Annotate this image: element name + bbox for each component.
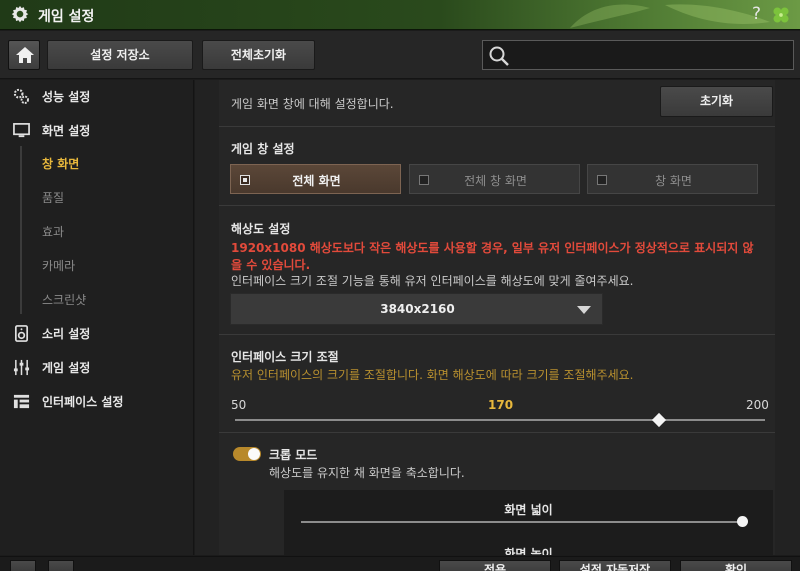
ui-scale-heading: 인터페이스 크기 조절 xyxy=(231,350,339,364)
help-icon[interactable]: ? xyxy=(752,4,761,24)
title-bar: 게임 설정 ? xyxy=(0,0,800,30)
screen-height-label: 화면 높이 xyxy=(504,547,553,555)
resolution-warning-line1: 1920x1080 해상도보다 작은 해상도를 사용할 경우, 일부 유저 인터… xyxy=(231,241,754,255)
option-fullscreen[interactable]: 전체 화면 xyxy=(230,164,401,194)
sidebar-item-label: 게임 설정 xyxy=(42,361,91,375)
divider xyxy=(219,126,775,127)
reset-button[interactable]: 초기화 xyxy=(660,86,773,117)
ui-scale-slider-track[interactable] xyxy=(235,419,765,421)
leaf-decoration xyxy=(665,4,770,25)
search-input[interactable] xyxy=(515,44,787,66)
screen-width-slider-track[interactable] xyxy=(301,521,743,523)
sidebar-subitem-label: 품질 xyxy=(42,191,65,205)
sidebar-subitem-label: 효과 xyxy=(42,225,65,239)
sidebar-subitem-effects[interactable]: 효과 xyxy=(0,217,194,245)
confirm-button[interactable]: 확인 xyxy=(680,560,792,571)
resolution-value: 3840x2160 xyxy=(380,302,455,316)
gears-icon xyxy=(13,88,29,104)
sidebar-subitem-camera[interactable]: 카메라 xyxy=(0,251,194,279)
crop-settings-box: 화면 넓이 화면 높이 xyxy=(284,490,773,555)
clover-icon[interactable] xyxy=(770,4,792,26)
sidebar-item-label: 성능 설정 xyxy=(42,90,91,104)
divider xyxy=(219,334,775,335)
sidebar-item-sound[interactable]: 소리 설정 xyxy=(0,319,194,347)
gear-icon xyxy=(11,5,29,23)
option-label: 창 화면 xyxy=(655,174,692,188)
ui-scale-min: 50 xyxy=(231,398,247,412)
reset-all-button[interactable]: 전체초기화 xyxy=(202,40,315,70)
sidebar-item-game[interactable]: 게임 설정 xyxy=(0,353,194,381)
resolution-info: 인터페이스 크기 조절 기능을 통해 유저 인터페이스를 해상도에 맞게 줄여주… xyxy=(231,274,634,288)
sidebar-item-label: 화면 설정 xyxy=(42,124,91,138)
divider xyxy=(219,205,775,206)
sidebar-item-display[interactable]: 화면 설정 xyxy=(0,116,194,144)
monitor-icon xyxy=(13,123,30,138)
toggle-knob xyxy=(248,448,260,460)
sidebar-subitem-label: 카메라 xyxy=(42,259,76,273)
apply-button[interactable]: 적용 xyxy=(439,560,551,571)
sidebar-item-interface[interactable]: 인터페이스 설정 xyxy=(0,387,194,415)
resolution-dropdown[interactable]: 3840x2160 xyxy=(230,293,603,325)
sidebar-subitem-screenshot[interactable]: 스크린샷 xyxy=(0,285,194,313)
option-windowed[interactable]: 창 화면 xyxy=(587,164,758,194)
divider xyxy=(219,432,775,433)
option-label: 전체 화면 xyxy=(292,174,341,188)
sort-descending-icon[interactable] xyxy=(48,560,74,571)
crop-mode-desc: 해상도를 유지한 채 화면을 축소합니다. xyxy=(269,466,465,480)
sidebar-subitem-label: 창 화면 xyxy=(42,157,80,171)
window-mode-heading: 게임 창 설정 xyxy=(231,142,295,156)
sliders-icon xyxy=(13,359,30,376)
screen-width-label: 화면 넓이 xyxy=(504,503,553,517)
auto-save-button[interactable]: 설정 자동저장 xyxy=(559,560,671,571)
sidebar-subitem-window-screen[interactable]: 창 화면 xyxy=(0,149,194,177)
sort-ascending-icon[interactable] xyxy=(10,560,36,571)
ui-scale-max: 200 xyxy=(746,398,769,412)
resolution-warning-line2: 을 수 있습니다. xyxy=(231,258,311,272)
speaker-icon xyxy=(14,325,29,342)
search-box[interactable] xyxy=(482,40,794,70)
resolution-heading: 해상도 설정 xyxy=(231,222,291,236)
window-title: 게임 설정 xyxy=(38,9,95,25)
home-button[interactable] xyxy=(8,40,40,70)
sidebar-item-label: 인터페이스 설정 xyxy=(42,395,124,409)
screen-width-slider-thumb[interactable] xyxy=(737,516,748,527)
layout-icon xyxy=(13,394,30,409)
intro-text: 게임 화면 창에 대해 설정합니다. xyxy=(231,97,394,111)
sidebar-subitem-quality[interactable]: 품질 xyxy=(0,183,194,211)
option-borderless-fullscreen[interactable]: 전체 창 화면 xyxy=(409,164,580,194)
ui-scale-value: 170 xyxy=(488,398,514,412)
settings-storage-button[interactable]: 설정 저장소 xyxy=(47,40,193,70)
search-icon xyxy=(489,46,509,66)
main-panel: 게임 화면 창에 대해 설정합니다. 초기화 게임 창 설정 전체 화면 전체 … xyxy=(195,80,800,555)
sidebar-item-performance[interactable]: 성능 설정 xyxy=(0,82,194,110)
sidebar-item-label: 소리 설정 xyxy=(42,327,91,341)
home-icon xyxy=(16,47,34,63)
footer-bar: 적용 설정 자동저장 확인 xyxy=(0,556,800,571)
option-label: 전체 창 화면 xyxy=(464,174,527,188)
toolbar: 설정 저장소 전체초기화 xyxy=(0,31,800,79)
sidebar-subitem-label: 스크린샷 xyxy=(42,293,87,307)
ui-scale-desc: 유저 인터페이스의 크기를 조절합니다. 화면 해상도에 따라 크기를 조절해주… xyxy=(231,368,634,382)
sidebar: 성능 설정 화면 설정 창 화면 품질 효과 카메라 스크린샷 소리 설정 게임… xyxy=(0,80,194,555)
chevron-down-icon xyxy=(577,306,591,314)
crop-mode-label: 크롭 모드 xyxy=(269,448,318,462)
crop-mode-toggle[interactable] xyxy=(233,447,261,461)
